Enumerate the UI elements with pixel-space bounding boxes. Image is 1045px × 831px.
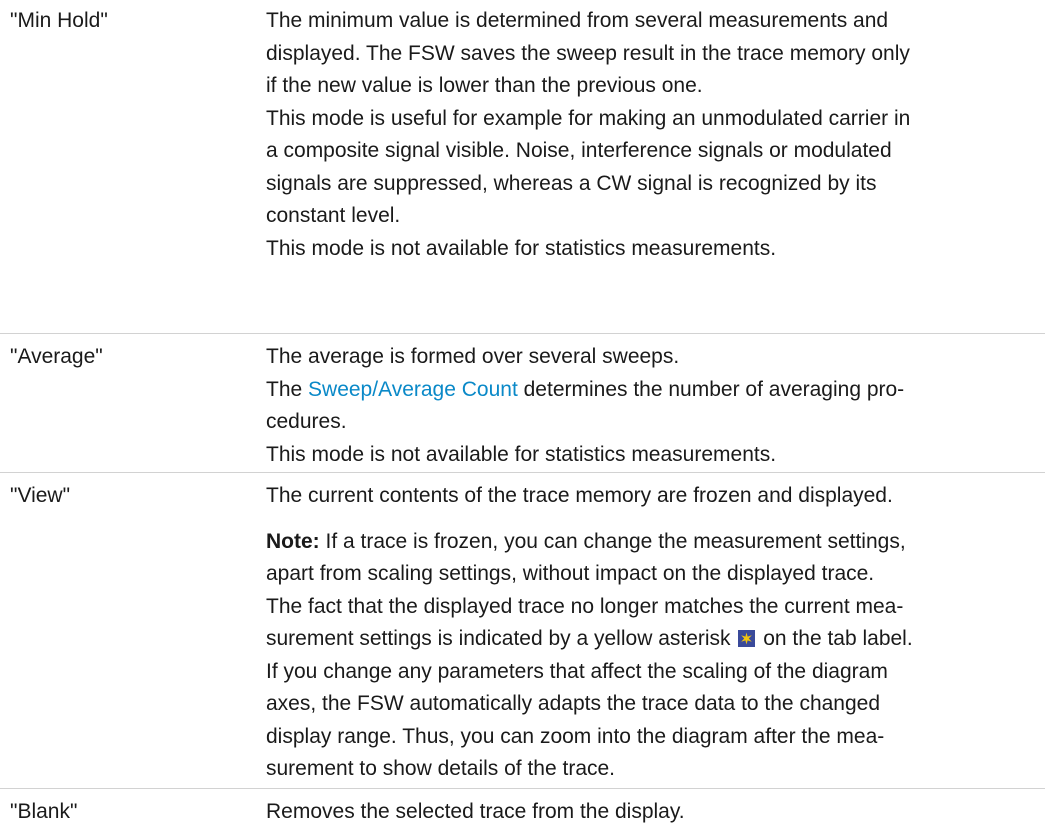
entry-view: "View" The current contents of the trace… (0, 472, 1045, 788)
description-line: displayed. The FSW saves the sweep resul… (266, 41, 910, 65)
description-view: The current contents of the trace memory… (266, 480, 1045, 788)
description-line: display range. Thus, you can zoom into t… (266, 724, 885, 748)
description-line: signals are suppressed, whereas a CW sig… (266, 171, 877, 195)
note-paragraph: Note: If a trace is frozen, you can chan… (266, 526, 1037, 786)
text-fragment: The (266, 377, 309, 401)
note-label: Note: (266, 529, 320, 553)
description-line: cedures. (266, 410, 347, 433)
definition-list: "Min Hold" The minimum value is determin… (0, 0, 1045, 831)
description-line: constant level. (266, 204, 401, 227)
term-average: "Average" (10, 345, 103, 368)
description-min-hold: The minimum value is determined from sev… (266, 5, 1045, 333)
description-average: The average is formed over several sweep… (266, 341, 1045, 472)
description-line: if the new value is lower than the previ… (266, 74, 703, 97)
term-min-hold: "Min Hold" (10, 9, 108, 32)
description-line: Note: If a trace is frozen, you can chan… (266, 526, 1037, 559)
term-blank: "Blank" (10, 800, 78, 823)
description-blank: Removes the selected trace from the disp… (266, 796, 1045, 831)
description-line: The minimum value is determined from sev… (266, 9, 889, 32)
text-fragment: If a trace is frozen, you can change the… (319, 529, 906, 553)
entry-blank: "Blank" Removes the selected trace from … (0, 788, 1045, 831)
entry-min-hold: "Min Hold" The minimum value is determin… (0, 5, 1045, 333)
description-line: The average is formed over several sweep… (266, 345, 680, 368)
description-line: axes, the FSW automatically adapts the t… (266, 692, 881, 715)
description-line: The Sweep/Average Count determines the n… (266, 374, 1037, 407)
description-line: This mode is not available for statistic… (266, 236, 777, 260)
description-line: The current contents of the trace memory… (266, 484, 893, 507)
text-fragment: on the tab label. (763, 627, 913, 650)
sweep-average-count-link[interactable]: Sweep/Average Count (308, 378, 518, 401)
yellow-asterisk-icon (738, 630, 756, 647)
description-line: apart from scaling settings, without imp… (266, 562, 875, 585)
description-line: If you change any parameters that affect… (266, 659, 888, 683)
description-line: This mode is useful for example for maki… (266, 106, 911, 130)
description-line: a composite signal visible. Noise, inter… (266, 139, 892, 162)
text-fragment: surement settings is indicated by a yell… (266, 627, 731, 650)
description-line: This mode is not available for statistic… (266, 442, 777, 466)
description-line: surement settings is indicated by a yell… (266, 623, 1037, 656)
entry-average: "Average" The average is formed over sev… (0, 333, 1045, 472)
description-line: The fact that the displayed trace no lon… (266, 594, 904, 618)
term-view: "View" (10, 484, 71, 507)
text-fragment: determines the number of averaging pro- (517, 377, 905, 401)
description-line: surement to show details of the trace. (266, 757, 616, 780)
description-line: Removes the selected trace from the disp… (266, 800, 685, 823)
